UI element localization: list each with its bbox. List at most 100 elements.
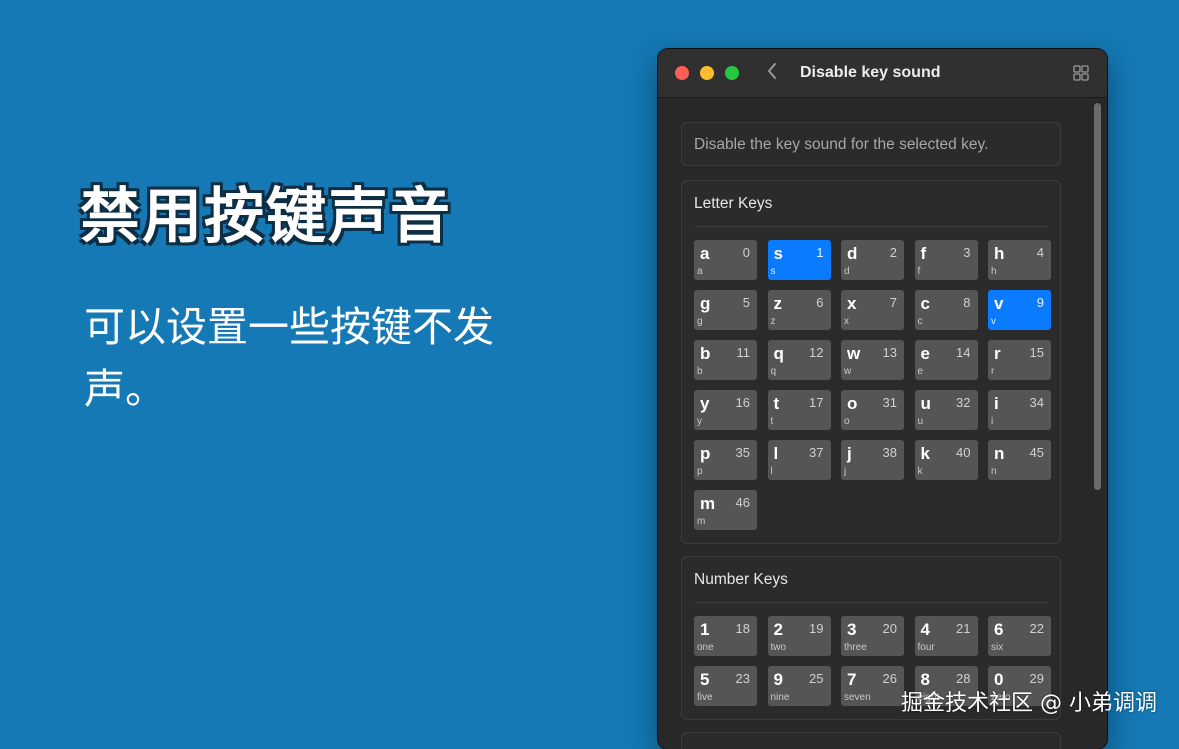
- key-n[interactable]: n 45 n: [988, 440, 1051, 480]
- key-name: p: [697, 466, 703, 477]
- key-label: y: [700, 394, 710, 413]
- minimize-window-button[interactable]: [700, 66, 714, 80]
- key-z[interactable]: z 6 z: [767, 290, 831, 330]
- key-label: w: [847, 344, 861, 363]
- zoom-window-button[interactable]: [725, 66, 739, 80]
- key-name: nine: [770, 692, 790, 703]
- key-label: o: [847, 394, 858, 413]
- key-label: f: [920, 244, 927, 263]
- key-code: 28: [956, 671, 971, 686]
- key-code: 6: [816, 295, 824, 310]
- key-label: d: [847, 244, 858, 263]
- key-name: g: [697, 316, 703, 327]
- key-s[interactable]: s 1 s: [767, 240, 831, 280]
- key-label: 3: [847, 620, 857, 639]
- key-code: 21: [956, 621, 971, 636]
- key-label: 6: [994, 620, 1004, 639]
- key-label: t: [773, 394, 780, 413]
- key-label: r: [994, 344, 1001, 363]
- scrollbar[interactable]: [1093, 101, 1103, 741]
- key-name: two: [770, 642, 787, 653]
- key-m[interactable]: m 46 m: [694, 490, 757, 530]
- key-h[interactable]: h 4 h: [988, 240, 1051, 280]
- key-seven[interactable]: 7 26 seven: [841, 666, 904, 706]
- key-t[interactable]: t 17 t: [767, 390, 831, 430]
- key-code: 1: [816, 245, 824, 260]
- key-label: k: [920, 444, 930, 463]
- key-label: 9: [773, 670, 783, 689]
- key-b[interactable]: b 11 b: [694, 340, 757, 380]
- key-two[interactable]: 2 19 two: [767, 616, 831, 656]
- key-name: c: [917, 316, 923, 327]
- key-r[interactable]: r 15 r: [988, 340, 1051, 380]
- key-label: a: [700, 244, 710, 263]
- key-name: q: [770, 366, 777, 377]
- key-code: 11: [736, 345, 751, 360]
- key-g[interactable]: g 5 g: [694, 290, 757, 330]
- key-w[interactable]: w 13 w: [841, 340, 904, 380]
- key-code: 9: [1036, 295, 1044, 310]
- key-six[interactable]: 6 22 six: [988, 616, 1051, 656]
- key-code: 23: [735, 671, 750, 686]
- description-box: Disable the key sound for the selected k…: [681, 122, 1061, 166]
- key-name: r: [991, 366, 995, 377]
- chevron-left-icon[interactable]: [766, 61, 778, 87]
- key-p[interactable]: p 35 p: [694, 440, 757, 480]
- key-code: 4: [1036, 245, 1044, 260]
- letter-keys-group: Letter Keys a 0 a s 1 s d 2 d f 3 f h 4 h g 5 g z 6 z x 7 x c 8 c v…: [681, 180, 1061, 544]
- key-a[interactable]: a 0 a: [694, 240, 757, 280]
- key-three[interactable]: 3 20 three: [841, 616, 904, 656]
- key-code: 8: [963, 295, 971, 310]
- key-name: w: [844, 366, 852, 377]
- key-label: s: [773, 244, 783, 263]
- key-y[interactable]: y 16 y: [694, 390, 757, 430]
- key-i[interactable]: i 34 i: [988, 390, 1051, 430]
- key-code: 40: [956, 445, 971, 460]
- key-l[interactable]: l 37 l: [767, 440, 831, 480]
- grid-icon[interactable]: [1073, 65, 1089, 81]
- key-code: 26: [882, 671, 897, 686]
- key-j[interactable]: j 38 j: [841, 440, 904, 480]
- key-label: 7: [847, 670, 857, 689]
- key-c[interactable]: c 8 c: [914, 290, 978, 330]
- key-x[interactable]: x 7 x: [841, 290, 904, 330]
- key-label: j: [847, 444, 852, 463]
- key-label: z: [773, 294, 783, 313]
- key-q[interactable]: q 12 q: [767, 340, 831, 380]
- app-window: Disable key sound Disable the key sound …: [658, 49, 1107, 749]
- key-code: 22: [1029, 621, 1044, 636]
- key-u[interactable]: u 32 u: [914, 390, 978, 430]
- key-code: 38: [882, 445, 897, 460]
- scrollbar-thumb[interactable]: [1094, 103, 1101, 490]
- key-label: u: [920, 394, 931, 413]
- key-code: 20: [882, 621, 897, 636]
- key-code: 13: [882, 345, 897, 360]
- key-k[interactable]: k 40 k: [914, 440, 978, 480]
- key-label: v: [994, 294, 1004, 313]
- key-f[interactable]: f 3 f: [914, 240, 978, 280]
- key-name: f: [917, 266, 921, 277]
- key-o[interactable]: o 31 o: [841, 390, 904, 430]
- key-label: 4: [920, 620, 930, 639]
- key-five[interactable]: 5 23 five: [694, 666, 757, 706]
- key-name: k: [917, 466, 923, 477]
- key-name: five: [697, 692, 713, 703]
- key-nine[interactable]: 9 25 nine: [767, 666, 831, 706]
- key-code: 17: [809, 395, 824, 410]
- key-label: c: [920, 294, 930, 313]
- key-name: three: [844, 642, 867, 653]
- close-window-button[interactable]: [675, 66, 689, 80]
- key-e[interactable]: e 14 e: [914, 340, 978, 380]
- key-code: 35: [735, 445, 750, 460]
- key-name: m: [697, 516, 706, 527]
- key-code: 16: [735, 395, 750, 410]
- key-one[interactable]: 1 18 one: [694, 616, 757, 656]
- key-code: 34: [1029, 395, 1044, 410]
- key-d[interactable]: d 2 d: [841, 240, 904, 280]
- key-v[interactable]: v 9 v: [988, 290, 1051, 330]
- key-name: a: [697, 266, 703, 277]
- key-four[interactable]: 4 21 four: [914, 616, 978, 656]
- key-label: p: [700, 444, 711, 463]
- promo-subtitle: 可以设置一些按键不发声。: [84, 303, 494, 413]
- key-label: h: [994, 244, 1005, 263]
